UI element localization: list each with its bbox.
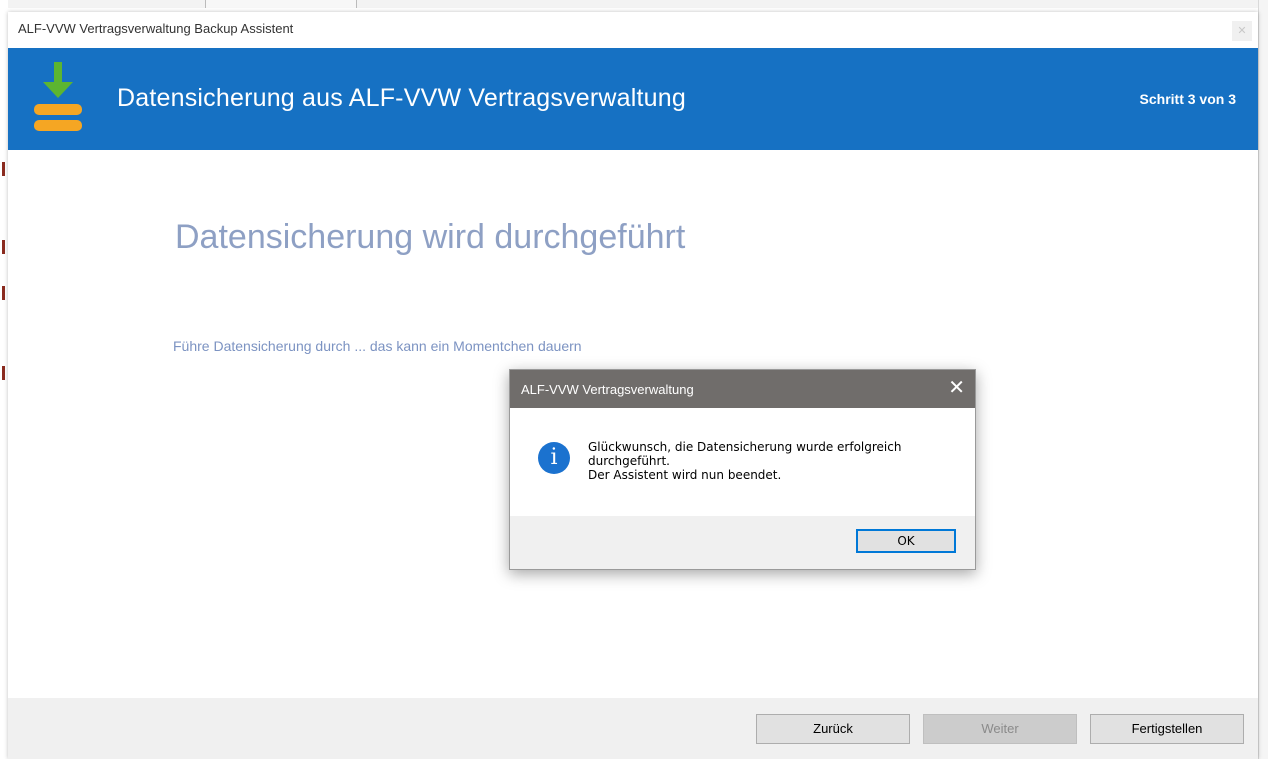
- back-button[interactable]: Zurück: [756, 714, 910, 744]
- dialog-message-line: Der Assistent wird nun beendet.: [588, 468, 782, 482]
- banner-title: Datensicherung aus ALF-VVW Vertragsverwa…: [117, 84, 686, 112]
- dialog-message-line: Glückwunsch, die Datensicherung wurde er…: [588, 440, 902, 454]
- dialog-titlebar: ALF-VVW Vertragsverwaltung ✕: [510, 370, 975, 408]
- window-title: ALF-VVW Vertragsverwaltung Backup Assist…: [18, 21, 294, 36]
- background-app-left: [0, 0, 8, 759]
- ok-button[interactable]: OK: [856, 529, 956, 553]
- next-button[interactable]: Weiter: [923, 714, 1077, 744]
- dialog-footer: OK: [510, 516, 975, 569]
- background-mark: [2, 162, 5, 176]
- info-icon: i: [538, 442, 570, 474]
- message-dialog: ALF-VVW Vertragsverwaltung ✕ i Glückwuns…: [509, 369, 976, 570]
- dialog-close-icon[interactable]: ✕: [948, 376, 965, 400]
- background-mark: [2, 366, 5, 380]
- background-app-right: [1258, 0, 1268, 759]
- backup-download-icon: [34, 62, 82, 131]
- finish-button[interactable]: Fertigstellen: [1090, 714, 1244, 744]
- window-titlebar: ALF-VVW Vertragsverwaltung Backup Assist…: [8, 12, 1258, 48]
- dialog-title: ALF-VVW Vertragsverwaltung: [521, 382, 694, 397]
- close-icon[interactable]: ✕: [1232, 21, 1252, 41]
- step-indicator: Schritt 3 von 3: [1139, 91, 1236, 107]
- header-banner: Datensicherung aus ALF-VVW Vertragsverwa…: [8, 48, 1258, 150]
- dialog-message: Glückwunsch, die Datensicherung wurde er…: [588, 440, 958, 482]
- background-mark: [2, 240, 5, 254]
- background-mark: [2, 286, 5, 300]
- background-app-top: [0, 0, 1268, 8]
- background-app-tabs: [205, 0, 357, 8]
- page-heading: Datensicherung wird durchgeführt: [175, 218, 686, 256]
- status-text: Führe Datensicherung durch ... das kann …: [173, 338, 582, 354]
- dialog-message-line: durchgeführt.: [588, 454, 670, 468]
- wizard-footer: Zurück Weiter Fertigstellen: [8, 698, 1258, 759]
